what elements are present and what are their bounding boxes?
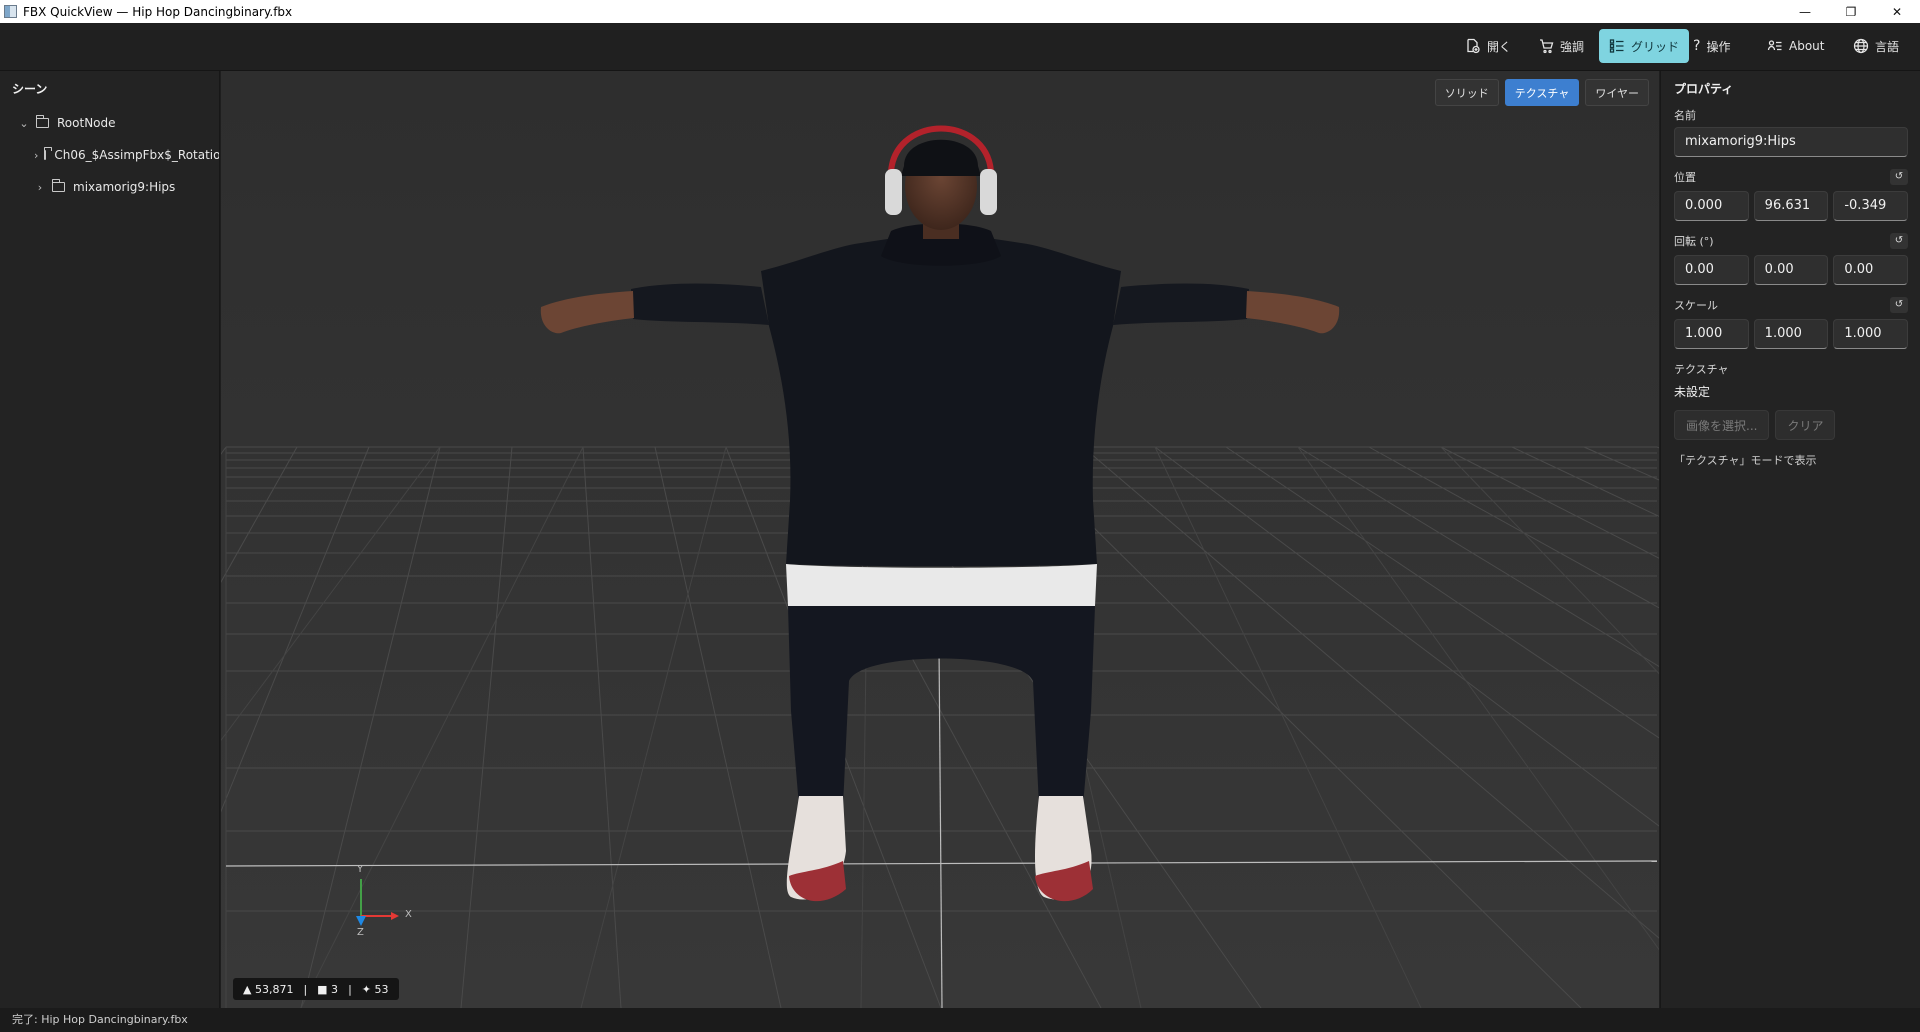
- app-icon: [4, 5, 17, 18]
- folder-icon: [44, 147, 53, 160]
- about-icon: [1767, 40, 1782, 51]
- texture-hint: 「テクスチャ」モードで表示: [1674, 454, 1817, 467]
- reset-position-button[interactable]: ↺: [1890, 169, 1908, 185]
- render-mode-selector: ソリッド テクスチャ ワイヤー: [1434, 79, 1649, 106]
- close-button[interactable]: ✕: [1874, 0, 1920, 23]
- bone-count: ✦ 53: [361, 982, 389, 996]
- texture-value: 未設定: [1674, 385, 1711, 399]
- highlight-icon: [1540, 39, 1554, 54]
- position-z-field[interactable]: -0.349: [1833, 191, 1909, 221]
- window-title: FBX QuickView — Hip Hop Dancingbinary.fb…: [23, 4, 293, 19]
- folder-icon: [52, 179, 65, 192]
- stats-separator: |: [348, 982, 352, 996]
- scale-label: スケール ↺: [1674, 297, 1908, 313]
- properties-panel: プロパティ 名前 mixamorig9:Hips 位置 ↺ 0.000 96.6…: [1660, 71, 1920, 1008]
- chevron-right-icon[interactable]: ›: [34, 149, 38, 162]
- tree-item-rootnode[interactable]: ⌄ RootNode: [0, 107, 219, 139]
- chevron-down-icon[interactable]: ⌄: [18, 117, 30, 130]
- window-controls: — ❐ ✕: [1782, 0, 1920, 23]
- rotation-label: 回転 (°) ↺: [1674, 233, 1908, 249]
- scale-x-field[interactable]: 1.000: [1674, 319, 1749, 349]
- tree-item-label: Ch06_$AssimpFbx$_Rotation: [54, 148, 219, 162]
- grid-label: グリッド: [1631, 39, 1680, 54]
- reset-rotation-button[interactable]: ↺: [1890, 233, 1908, 249]
- scale-z-field[interactable]: 1.000: [1833, 319, 1909, 349]
- rotation-z-field[interactable]: 0.00: [1833, 255, 1909, 285]
- controls-button[interactable]: ? 操作: [1683, 29, 1740, 63]
- rotation-fields: 0.00 0.00 0.00: [1674, 255, 1909, 285]
- title-bar: FBX QuickView — Hip Hop Dancingbinary.fb…: [0, 0, 1920, 23]
- texture-buttons: 画像を選択... クリア: [1674, 410, 1908, 440]
- highlight-button[interactable]: 強調: [1528, 29, 1594, 63]
- grid-icon: [1609, 39, 1624, 53]
- select-image-button[interactable]: 画像を選択...: [1674, 410, 1770, 440]
- language-label: 言語: [1875, 39, 1900, 54]
- about-label: About: [1789, 39, 1825, 53]
- axis-label-z: Z: [357, 927, 364, 938]
- scale-fields: 1.000 1.000 1.000: [1674, 319, 1909, 349]
- scene-stats: ▲ 53,871 | ■ 3 | ✦ 53: [233, 978, 399, 1000]
- viewport-canvas[interactable]: [221, 71, 1659, 1008]
- tree-item-ch06-rotation[interactable]: › Ch06_$AssimpFbx$_Rotation: [0, 139, 219, 171]
- controls-label: 操作: [1706, 39, 1731, 54]
- scale-y-field[interactable]: 1.000: [1753, 319, 1829, 349]
- name-field[interactable]: mixamorig9:Hips: [1674, 127, 1908, 157]
- open-button[interactable]: 開く: [1455, 29, 1521, 63]
- tree-item-hips[interactable]: › mixamorig9:Hips: [0, 171, 219, 203]
- mesh-count: ■ 3: [317, 982, 339, 996]
- position-x-field[interactable]: 0.000: [1674, 191, 1749, 221]
- rotation-y-field[interactable]: 0.00: [1753, 255, 1829, 285]
- position-label: 位置 ↺: [1674, 169, 1908, 185]
- help-icon: ?: [1693, 38, 1701, 54]
- maximize-button[interactable]: ❐: [1828, 0, 1874, 23]
- highlight-label: 強調: [1560, 39, 1585, 54]
- solid-mode-button[interactable]: ソリッド: [1434, 79, 1499, 106]
- name-label: 名前: [1674, 109, 1696, 122]
- open-label: 開く: [1487, 39, 1512, 54]
- open-file-icon: [1467, 38, 1480, 54]
- folder-icon: [36, 115, 49, 128]
- texture-mode-button[interactable]: テクスチャ: [1504, 79, 1580, 106]
- stats-separator: |: [303, 982, 308, 996]
- wireframe-mode-button[interactable]: ワイヤー: [1585, 79, 1649, 106]
- main-toolbar: 開く 強調 グリッド ? 操作 About 言語: [0, 23, 1920, 71]
- axis-label-y: Y: [357, 864, 364, 875]
- texture-label: テクスチャ: [1674, 363, 1729, 376]
- about-button[interactable]: About: [1757, 29, 1834, 63]
- status-bar: 完了: Hip Hop Dancingbinary.fbx: [0, 1008, 1920, 1032]
- axis-label-x: X: [405, 909, 412, 920]
- chevron-right-icon[interactable]: ›: [34, 181, 46, 194]
- tree-item-label: mixamorig9:Hips: [73, 180, 176, 194]
- grid-button[interactable]: グリッド: [1599, 29, 1690, 63]
- 3d-viewport[interactable]: Y X Z ソリッド テクスチャ ワイヤー ▲ 53,871 | ■ 3 | ✦…: [221, 71, 1659, 1008]
- scene-header: シーン: [12, 82, 48, 96]
- globe-icon: [1853, 38, 1869, 54]
- tree-item-label: RootNode: [57, 116, 116, 130]
- position-y-field[interactable]: 96.631: [1753, 191, 1829, 221]
- minimize-button[interactable]: —: [1782, 0, 1828, 23]
- reset-scale-button[interactable]: ↺: [1890, 297, 1908, 313]
- triangle-count: ▲ 53,871: [243, 982, 294, 996]
- clear-texture-button[interactable]: クリア: [1775, 410, 1836, 440]
- language-button[interactable]: 言語: [1843, 29, 1909, 63]
- scene-panel: シーン ⌄ RootNode › Ch06_$AssimpFbx$_Rotati…: [0, 71, 220, 1008]
- properties-header: プロパティ: [1674, 82, 1734, 96]
- position-fields: 0.000 96.631 -0.349: [1674, 191, 1909, 221]
- rotation-x-field[interactable]: 0.00: [1674, 255, 1749, 285]
